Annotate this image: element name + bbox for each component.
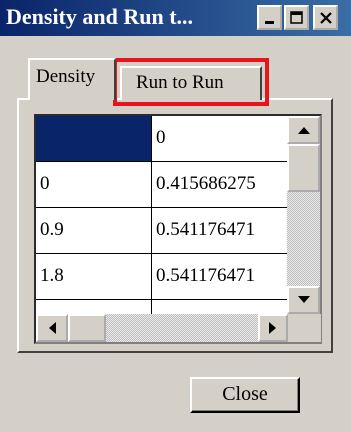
minimize-button[interactable] — [257, 5, 282, 30]
arrow-down-icon — [297, 296, 310, 303]
highlight-box — [113, 58, 269, 106]
grid-row-header[interactable]: 0 — [36, 162, 152, 208]
arrow-left-icon — [49, 322, 56, 334]
maximize-button[interactable] — [284, 5, 309, 30]
grid-corner-cell[interactable] — [36, 116, 152, 162]
arrow-right-icon — [269, 322, 276, 334]
scroll-up-button[interactable] — [287, 116, 320, 144]
vertical-scrollbar[interactable] — [287, 116, 320, 316]
minimize-icon — [264, 20, 274, 24]
scrollbar-corner — [288, 314, 321, 342]
tab-density-label: Density — [36, 66, 96, 87]
vertical-scroll-thumb[interactable] — [287, 144, 320, 192]
tab-density[interactable]: Density — [28, 58, 116, 100]
scroll-down-button[interactable] — [287, 286, 320, 314]
scroll-right-button[interactable] — [258, 314, 288, 342]
maximize-icon — [289, 10, 303, 24]
data-grid[interactable]: 0 0 0.415686275 0.9 0.541176471 1.8 0.54… — [34, 114, 322, 344]
scroll-left-button[interactable] — [36, 314, 68, 342]
arrow-up-icon — [297, 127, 310, 134]
dialog-window: Density and Run t... Density Run to Run … — [0, 0, 351, 432]
horizontal-scroll-thumb[interactable] — [68, 314, 106, 342]
close-icon — [319, 11, 332, 24]
grid-header-cell[interactable]: 0 — [152, 116, 292, 162]
horizontal-scrollbar[interactable] — [36, 314, 288, 342]
grid-row-header[interactable]: 1.8 — [36, 254, 152, 300]
window-title: Density and Run t... — [6, 4, 194, 29]
grid-row-header[interactable]: 0.9 — [36, 208, 152, 254]
grid-cell[interactable]: 0.541176471 — [152, 208, 292, 254]
close-window-button[interactable] — [313, 5, 338, 30]
title-bar[interactable]: Density and Run t... — [0, 0, 351, 36]
grid-cell[interactable]: 0.415686275 — [152, 162, 292, 208]
close-button[interactable]: Close — [190, 377, 300, 413]
grid-cell[interactable]: 0.541176471 — [152, 254, 292, 300]
